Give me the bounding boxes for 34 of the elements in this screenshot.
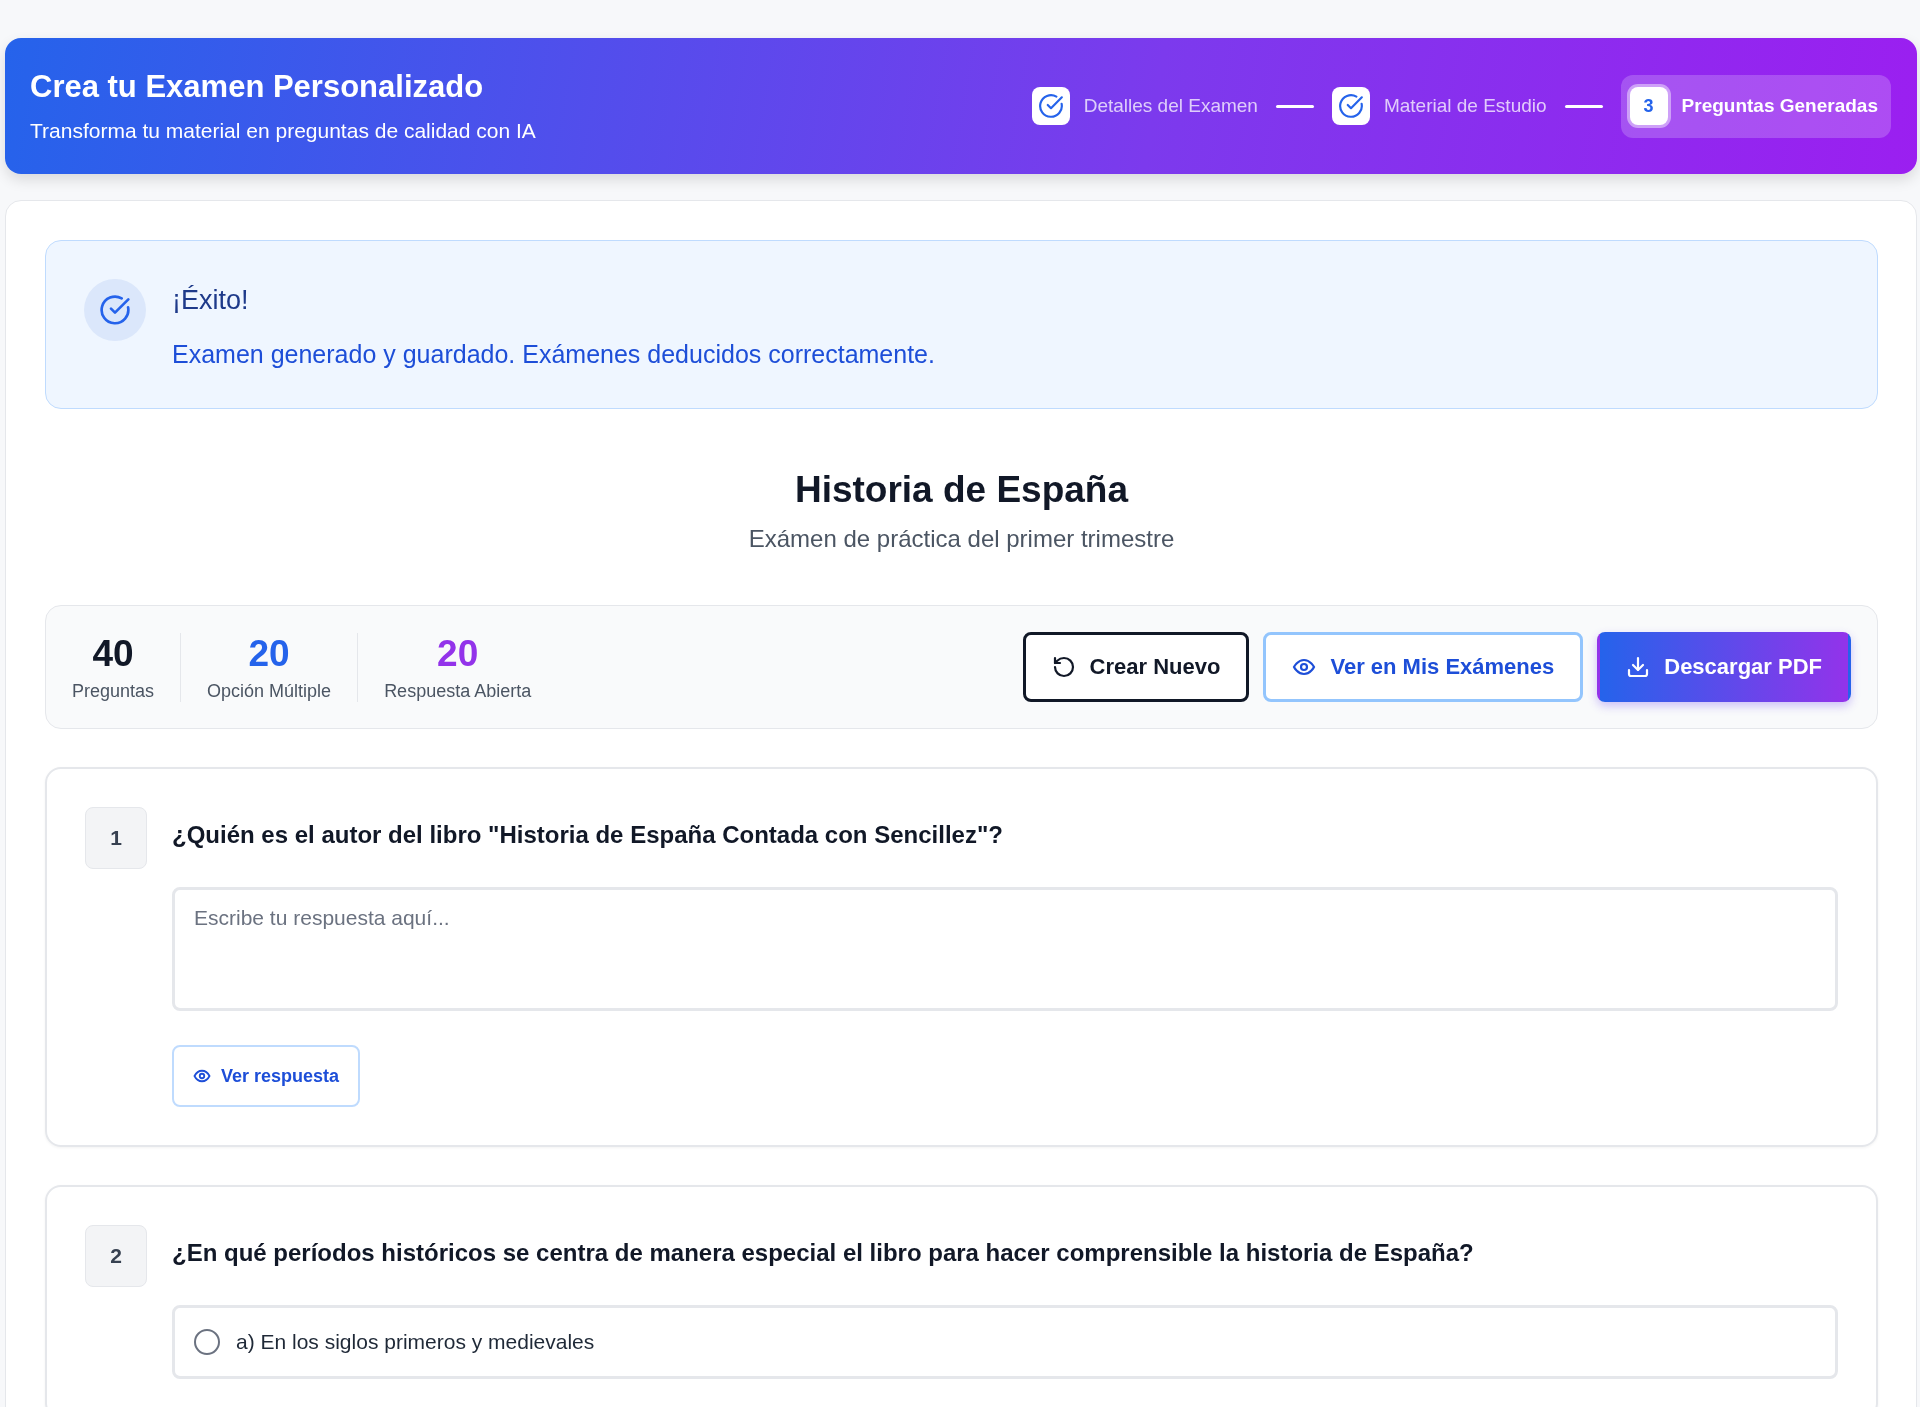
exam-title: Historia de España [794, 469, 1129, 511]
stat-value: 20 [437, 632, 479, 675]
answer-option[interactable]: a) En los siglos primeros y medievales [172, 1305, 1838, 1379]
action-button[interactable]: Ver en Mis Exámenes [1263, 632, 1584, 702]
stat-label: Preguntas [72, 680, 155, 702]
step-number: 3 [1629, 87, 1668, 125]
stat-value: 40 [92, 632, 134, 675]
option-text: a) En los siglos primeros y medievales [236, 1330, 595, 1354]
stat-label: Respuesta Abierta [384, 680, 532, 702]
question-number: 2 [85, 1225, 147, 1287]
stat-value: 20 [248, 632, 290, 675]
question-number: 1 [85, 807, 147, 869]
header-subtitle: Transforma tu material en preguntas de calidad con IA [30, 119, 536, 143]
answer-field[interactable]: Escribe tu respuesta aquí... [172, 887, 1838, 1011]
alert-message: Examen generado y guardado. Exámenes deducidos correctamente. [172, 340, 935, 369]
check-circle-icon [1337, 93, 1364, 119]
rotate-icon [1051, 655, 1076, 679]
step-label: Detalles del Examen [1083, 95, 1258, 117]
check-circle-icon [1037, 93, 1064, 119]
action-button[interactable]: Descargar PDF [1597, 632, 1851, 702]
stat-label: Opción Múltiple [207, 680, 332, 702]
alert-title: ¡Éxito! [172, 285, 250, 316]
header-title: Crea tu Examen Personalizado [30, 69, 485, 105]
eye-icon [193, 1067, 211, 1085]
question-text: ¿Quién es el autor del libro "Historia de España Contada con Sencillez"? [172, 821, 1004, 849]
question-text: ¿En qué períodos históricos se centra de manera especial el libro para hacer comprensible la historia de España? [172, 1239, 1475, 1267]
show-answer-button[interactable]: Ver respuesta [172, 1045, 361, 1107]
exam-subtitle: Exámen de práctica del primer trimestre [748, 525, 1175, 553]
radio-button[interactable] [194, 1329, 220, 1355]
step-label: Material de Estudio [1383, 95, 1547, 117]
check-circle-icon [99, 294, 131, 326]
step-label: Preguntas Generadas [1681, 95, 1878, 117]
action-button[interactable]: Crear Nuevo [1022, 632, 1250, 702]
download-icon [1626, 655, 1651, 679]
